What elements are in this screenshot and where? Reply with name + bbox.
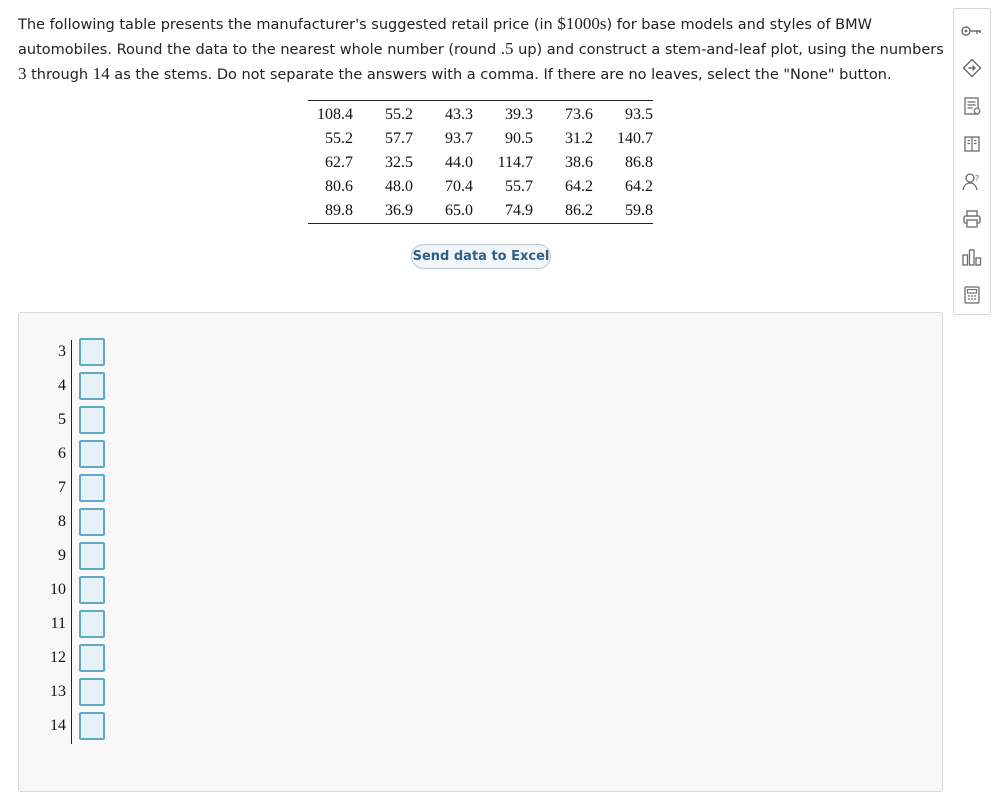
leaf-input-5[interactable] (79, 406, 105, 434)
data-cell: 44.0 (445, 154, 473, 171)
leaf-input-14[interactable] (79, 712, 105, 740)
checklist-icon[interactable] (961, 95, 983, 117)
data-cell: 57.7 (385, 130, 413, 147)
stem-label-13: 13 (50, 683, 66, 700)
data-row: 89.8 36.9 65.0 74.9 86.2 59.8 (308, 199, 653, 224)
data-cell: 36.9 (385, 202, 413, 219)
stem-label-11: 11 (50, 615, 66, 632)
data-cell: 43.3 (445, 106, 473, 123)
question-part5: as the stems. Do not separate the answer… (109, 67, 892, 83)
data-cell: 55.2 (325, 130, 353, 147)
data-cell: 89.8 (325, 202, 353, 219)
data-cell: 90.5 (505, 130, 533, 147)
data-cell: 64.2 (625, 178, 653, 195)
print-icon[interactable] (961, 208, 983, 230)
data-cell: 32.5 (385, 154, 413, 171)
svg-text:?: ? (975, 174, 979, 183)
data-cell: 73.6 (565, 106, 593, 123)
stem-label-5: 5 (58, 411, 66, 428)
question-stem-first: 3 (18, 64, 27, 83)
question-stem-last: 14 (92, 64, 110, 83)
stem-label-7: 7 (58, 479, 66, 496)
leaf-input-9[interactable] (79, 542, 105, 570)
stem-label-8: 8 (58, 513, 66, 530)
data-cell: 59.8 (625, 202, 653, 219)
stem-label-9: 9 (58, 547, 66, 564)
data-cell: 86.8 (625, 154, 653, 171)
tool-sidebar: ? (953, 8, 991, 315)
data-cell: 80.6 (325, 178, 353, 195)
question-part1: The following table presents the manufac… (18, 17, 558, 33)
data-cell: 74.9 (505, 202, 533, 219)
data-row: 62.7 32.5 44.0 114.7 38.6 86.8 (308, 151, 653, 175)
stem-divider (71, 340, 72, 744)
stem-label-6: 6 (58, 445, 66, 462)
question-unit: $1000s (557, 14, 607, 33)
stem-label-3: 3 (58, 343, 66, 360)
data-cell: 114.7 (497, 154, 533, 171)
stem-label-12: 12 (50, 649, 66, 666)
stem-label-4: 4 (58, 377, 66, 394)
question-part3: up) and construct a stem-and-leaf plot, … (513, 42, 944, 58)
leaf-input-12[interactable] (79, 644, 105, 672)
price-data-table: 108.4 55.2 43.3 39.3 73.6 93.5 55.2 57.7 93.7 90.… (308, 100, 653, 224)
stem-label-14: 14 (50, 717, 66, 734)
leaf-input-13[interactable] (79, 678, 105, 706)
leaf-input-10[interactable] (79, 576, 105, 604)
leaf-input-3[interactable] (79, 338, 105, 366)
question-round-value: .5 (500, 39, 514, 58)
data-cell: 62.7 (325, 154, 353, 171)
data-cell: 38.6 (565, 154, 593, 171)
textbook-icon[interactable] (961, 133, 983, 155)
data-row: 55.2 57.7 93.7 90.5 31.2 140.7 (308, 127, 653, 151)
data-cell: 108.4 (317, 106, 353, 123)
leaf-input-6[interactable] (79, 440, 105, 468)
data-cell: 64.2 (565, 178, 593, 195)
calculator-icon[interactable] (961, 284, 983, 306)
leaf-input-7[interactable] (79, 474, 105, 502)
data-cell: 48.0 (385, 178, 413, 195)
key-icon[interactable] (961, 20, 983, 42)
data-cell: 55.2 (385, 106, 413, 123)
data-cell: 93.7 (445, 130, 473, 147)
data-cell: 65.0 (445, 202, 473, 219)
data-cell: 55.7 (505, 178, 533, 195)
leaf-input-11[interactable] (79, 610, 105, 638)
data-cell: 140.7 (617, 130, 653, 147)
data-row: 80.6 48.0 70.4 55.7 64.2 64.2 (308, 175, 653, 199)
review-icon[interactable] (961, 57, 983, 79)
data-cell: 86.2 (565, 202, 593, 219)
data-cell: 39.3 (505, 106, 533, 123)
data-row: 108.4 55.2 43.3 39.3 73.6 93.5 (308, 101, 653, 128)
ask-instructor-icon[interactable]: ? (961, 171, 983, 193)
leaf-input-4[interactable] (79, 372, 105, 400)
leaf-input-8[interactable] (79, 508, 105, 536)
send-to-excel-button[interactable]: Send data to Excel (411, 244, 551, 269)
stem-label-10: 10 (50, 581, 66, 598)
answer-panel (18, 312, 943, 792)
data-cell: 93.5 (625, 106, 653, 123)
statistics-icon[interactable] (961, 246, 983, 268)
data-cell: 31.2 (565, 130, 593, 147)
question-part4: through (26, 67, 93, 83)
question-text: The following table presents the manufac… (18, 12, 948, 87)
data-cell: 70.4 (445, 178, 473, 195)
